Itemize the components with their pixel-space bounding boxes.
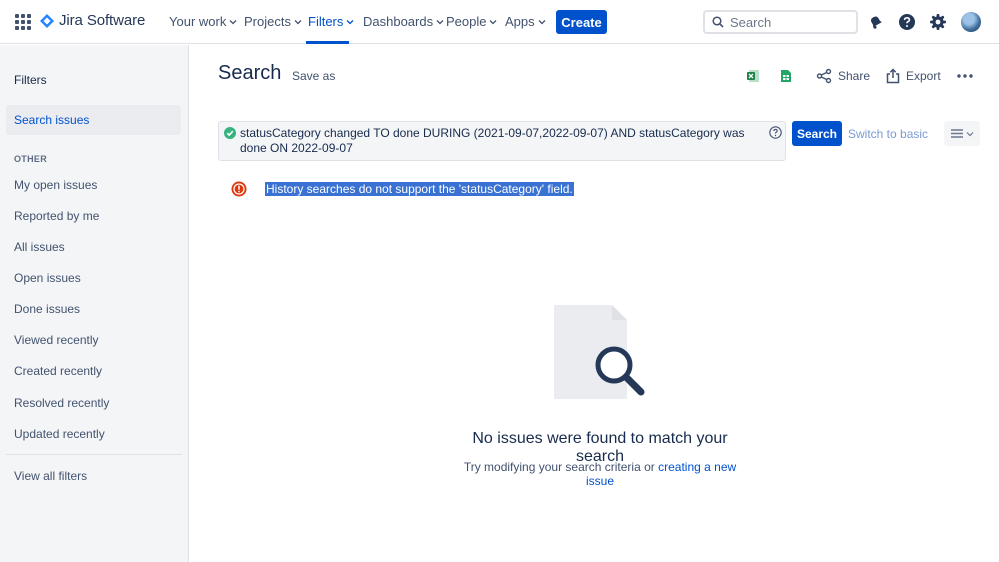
jql-help-icon[interactable] [769,126,782,139]
error-message: History searches do not support the 'sta… [265,182,574,196]
sidebar-section-heading: OTHER [14,154,47,164]
page-title: Search [218,62,282,84]
share-label: Share [838,69,871,83]
save-as-button[interactable]: Save as [292,69,335,83]
search-button[interactable]: Search [792,121,842,146]
sidebar-item-all-issues[interactable]: All issues [6,232,181,262]
filters-sidebar: Filters Search issues OTHER My open issu… [0,45,189,562]
jira-logo[interactable]: Jira Software [40,12,145,29]
share-icon [816,68,832,84]
nav-label: People [446,14,487,29]
more-actions-icon[interactable] [957,66,973,86]
valid-query-check-icon [224,127,236,139]
notification-bell-icon[interactable] [866,12,886,32]
nav-label: Your work [169,14,227,29]
settings-gear-icon[interactable] [928,12,948,32]
jql-query-editor[interactable]: statusCategory changed TO done DURING (2… [218,121,786,161]
chevron-down-icon [966,131,973,136]
app-name: Jira Software [59,12,146,29]
chevron-down-icon [538,19,546,24]
nav-filters[interactable]: Filters [308,14,354,29]
chevron-down-icon [436,19,444,24]
avatar[interactable] [961,12,981,32]
sidebar-item-search-issues[interactable]: Search issues [6,105,181,135]
app-switcher-icon[interactable] [15,14,31,30]
chevron-down-icon [229,19,237,24]
active-nav-indicator [306,41,349,44]
jira-diamond-icon [40,13,54,28]
nav-projects[interactable]: Projects [244,14,302,29]
sidebar-item-open-issues[interactable]: Open issues [6,263,181,293]
sidebar-divider [6,454,182,455]
export-sheets-icon[interactable] [780,66,792,86]
search-input[interactable] [730,14,840,30]
nav-apps[interactable]: Apps [505,14,546,29]
export-icon [886,68,900,84]
chevron-down-icon [490,19,497,24]
export-button[interactable]: Export [886,66,941,86]
nav-label: Dashboards [363,14,434,29]
global-search-field[interactable] [703,10,858,34]
chevron-down-icon [346,19,354,24]
sidebar-item-updated-recently[interactable]: Updated recently [6,419,181,449]
layout-switcher[interactable] [944,121,980,146]
share-button[interactable]: Share [816,66,870,86]
sidebar-item-created-recently[interactable]: Created recently [6,356,181,386]
error-icon [231,181,247,197]
export-excel-icon[interactable] [746,66,760,86]
nav-people[interactable]: People [446,14,497,29]
jql-query-text[interactable]: statusCategory changed TO done DURING (2… [240,126,770,156]
empty-state-subtitle: Try modifying your search criteria or cr… [450,460,750,488]
empty-search-illustration-icon [554,305,645,399]
nav-your-work[interactable]: Your work [169,14,237,29]
help-icon[interactable] [897,12,917,32]
sidebar-item-view-all-filters[interactable]: View all filters [6,461,181,491]
sidebar-item-my-open-issues[interactable]: My open issues [6,170,181,200]
chevron-down-icon [294,19,302,24]
nav-label: Filters [308,14,344,29]
sidebar-title: Filters [14,73,47,87]
nav-label: Apps [505,14,535,29]
list-view-icon [950,129,963,138]
sidebar-item-resolved-recently[interactable]: Resolved recently [6,388,181,418]
sidebar-item-reported-by-me[interactable]: Reported by me [6,201,181,231]
switch-to-basic-link[interactable]: Switch to basic [848,127,928,141]
create-button[interactable]: Create [556,10,607,34]
search-icon [712,16,724,28]
sidebar-item-viewed-recently[interactable]: Viewed recently [6,325,181,355]
sidebar-item-done-issues[interactable]: Done issues [6,294,181,324]
nav-dashboards[interactable]: Dashboards [363,14,444,29]
export-label: Export [906,69,941,83]
empty-state-subtitle-text: Try modifying your search criteria or [463,460,659,474]
top-navigation: Jira Software Your work Projects Filters… [0,0,999,44]
nav-label: Projects [244,14,291,29]
